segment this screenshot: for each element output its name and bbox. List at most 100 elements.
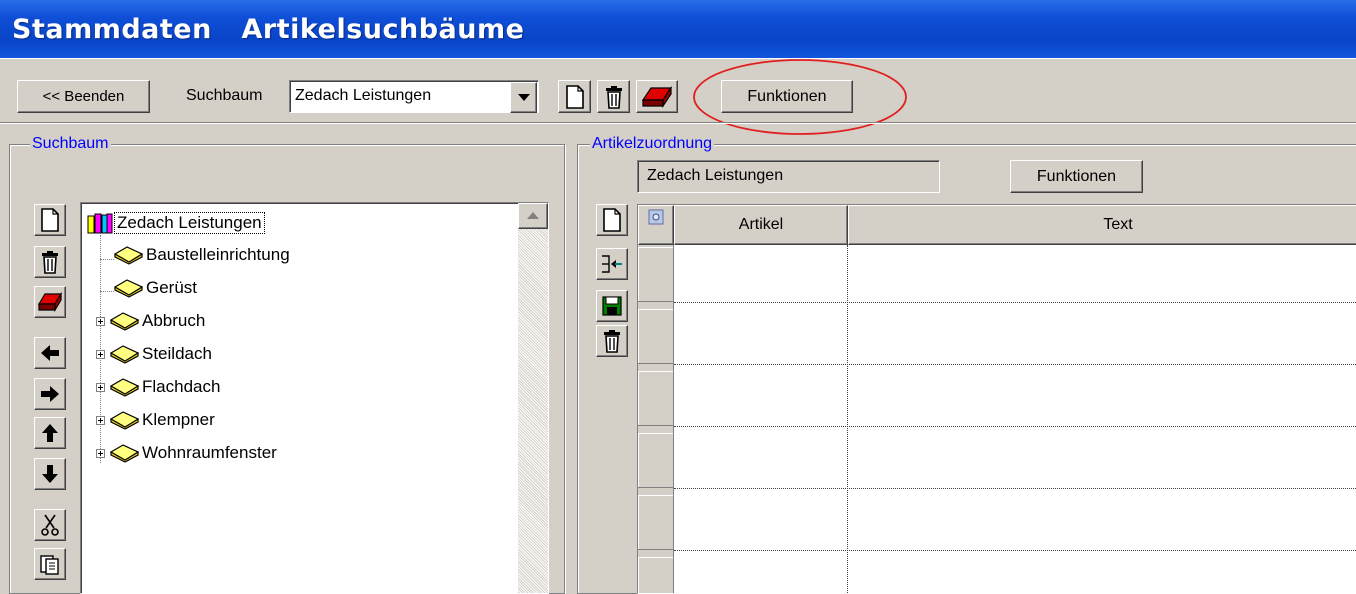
save-button[interactable] [596, 290, 628, 322]
arrow-up-small-icon [527, 212, 539, 219]
new-document-icon [603, 208, 621, 232]
column-header-text[interactable]: Text [848, 205, 1356, 245]
tree-line [100, 259, 114, 260]
row-selector[interactable] [638, 495, 673, 550]
cut-button[interactable] [34, 509, 66, 541]
tree-node[interactable]: Flachdach [96, 373, 220, 401]
annotation-circle [693, 59, 907, 135]
tree-node-label: Wohnraumfenster [142, 443, 277, 462]
trash-icon [604, 330, 620, 353]
row-selector[interactable] [638, 557, 673, 593]
tree-node[interactable]: Abbruch [96, 307, 205, 335]
expand-icon[interactable] [96, 448, 105, 458]
tree-node[interactable]: Gerüst [113, 274, 197, 302]
left-panel-title: Suchbaum [30, 135, 111, 153]
column-divider [847, 245, 848, 593]
exit-button[interactable]: << Beenden [17, 80, 150, 113]
move-left-button[interactable] [34, 337, 66, 369]
expand-icon[interactable] [96, 382, 105, 392]
selected-node-value: Zedach Leistungen [647, 167, 784, 184]
right-panel-title: Artikelzuordnung [590, 135, 715, 153]
toolbar-separator [0, 122, 1356, 124]
grid-row-line [674, 550, 1356, 551]
selected-node-field: Zedach Leistungen [637, 160, 940, 193]
erase-tree-button[interactable] [636, 80, 678, 113]
eraser-icon [37, 292, 63, 312]
trash-icon [42, 251, 58, 274]
column-header-text-label: Text [1103, 216, 1133, 233]
delete-tree-button[interactable] [597, 80, 630, 113]
grid-row-line [674, 302, 1356, 303]
row-selector[interactable] [638, 247, 673, 302]
tree-root-node[interactable]: Zedach Leistungen [87, 209, 265, 237]
grid-row-line [674, 426, 1356, 427]
search-tree-select[interactable]: Zedach Leistungen [289, 80, 539, 113]
tree-node[interactable]: Steildach [96, 340, 212, 368]
scroll-up-button[interactable] [518, 203, 548, 229]
book-icon [109, 312, 139, 331]
delete-node-button[interactable] [34, 246, 66, 278]
title-bar: Stammdaten Artikelsuchbäume [0, 0, 1356, 58]
expand-icon[interactable] [96, 349, 105, 359]
new-document-icon [565, 84, 584, 109]
tree-node-label: Abbruch [142, 311, 206, 330]
tree-node-label: Steildach [142, 344, 212, 363]
tree-node[interactable]: Baustelleinrichtung [113, 241, 290, 269]
tree-line [100, 291, 114, 292]
expand-icon[interactable] [96, 415, 105, 425]
row-selector[interactable] [638, 371, 673, 426]
tree-node[interactable]: Klempner [96, 406, 215, 434]
add-article-button[interactable] [596, 204, 628, 236]
erase-node-button[interactable] [34, 286, 66, 318]
move-right-button[interactable] [34, 378, 66, 410]
book-icon [109, 444, 139, 463]
table-settings-icon [648, 209, 664, 225]
tree-node-label: Baustelleinrichtung [146, 245, 290, 264]
tree-root-label: Zedach Leistungen [114, 212, 265, 234]
arrow-down-icon [42, 465, 58, 483]
insert-article-button[interactable] [596, 248, 628, 280]
book-icon [113, 279, 143, 298]
books-icon [87, 213, 113, 234]
assignment-functions-button[interactable]: Funktionen [1010, 160, 1143, 193]
article-grid[interactable]: Artikel Text [637, 204, 1356, 594]
tree-node-label: Flachdach [142, 377, 221, 396]
arrow-up-icon [42, 424, 58, 442]
tree-node-label: Klempner [142, 410, 215, 429]
eraser-icon [641, 85, 673, 108]
window-title: Stammdaten Artikelsuchbäume [12, 14, 525, 45]
grid-corner-cell[interactable] [638, 205, 674, 245]
row-selector[interactable] [638, 309, 673, 364]
save-icon [602, 296, 622, 316]
paste-button[interactable] [34, 548, 66, 580]
column-header-artikel-label: Artikel [738, 216, 784, 233]
move-up-button[interactable] [34, 417, 66, 449]
scissors-icon [41, 514, 59, 536]
search-tree-view[interactable]: Zedach Leistungen Baustelleinrichtung Ger… [80, 202, 549, 594]
tree-node[interactable]: Wohnraumfenster [96, 439, 277, 467]
book-icon [113, 246, 143, 265]
row-selector[interactable] [638, 433, 673, 488]
expand-icon[interactable] [96, 316, 105, 326]
arrow-left-icon [41, 345, 59, 361]
book-icon [109, 411, 139, 430]
chevron-down-icon [517, 93, 530, 101]
book-icon [109, 378, 139, 397]
search-tree-value: Zedach Leistungen [295, 87, 432, 104]
column-header-artikel[interactable]: Artikel [674, 205, 848, 245]
assignment-functions-label: Funktionen [1036, 167, 1117, 185]
dropdown-button[interactable] [510, 82, 537, 113]
arrow-right-icon [41, 386, 59, 402]
tree-scrollbar[interactable] [518, 203, 548, 593]
trash-icon [605, 85, 622, 109]
paste-icon [40, 555, 59, 575]
tree-node-label: Gerüst [146, 278, 198, 297]
move-down-button[interactable] [34, 458, 66, 490]
new-document-icon [41, 208, 59, 232]
delete-article-button[interactable] [596, 325, 628, 357]
new-tree-button[interactable] [558, 80, 591, 113]
book-icon [109, 345, 139, 364]
grid-row-line [674, 488, 1356, 489]
grid-row-line [674, 364, 1356, 365]
add-node-button[interactable] [34, 204, 66, 236]
